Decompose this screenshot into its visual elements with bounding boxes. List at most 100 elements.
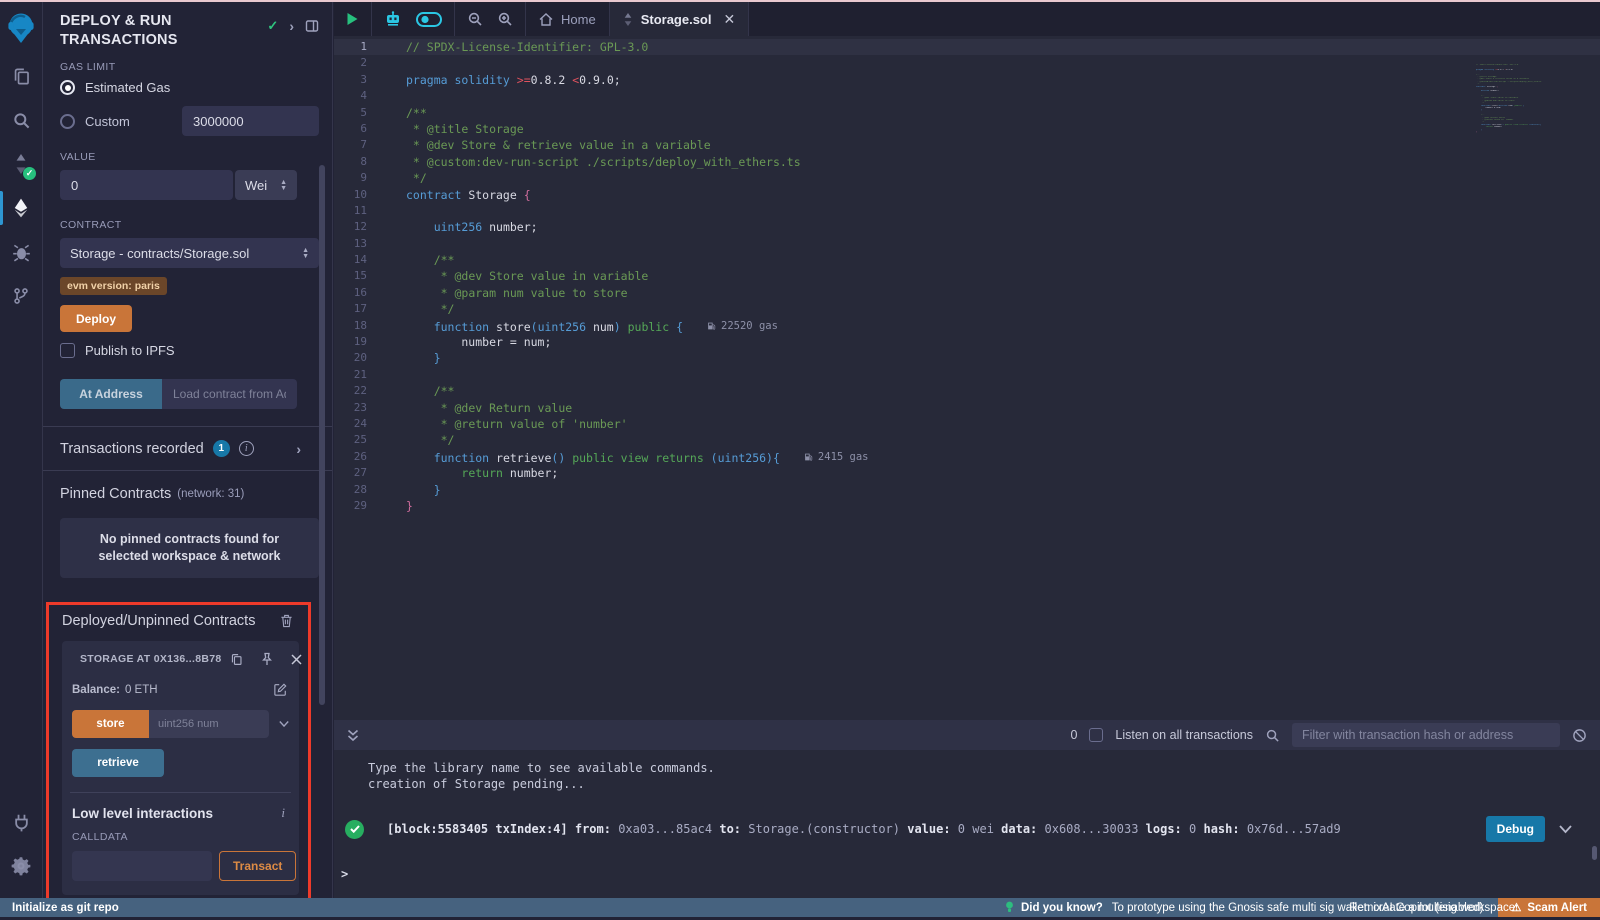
value-unit-select[interactable]: Wei ▲▼ xyxy=(235,170,297,200)
code-line[interactable]: 15 * @dev Store value in variable xyxy=(334,268,1600,284)
code-line[interactable]: 2 xyxy=(334,55,1600,71)
panel-scrollbar[interactable] xyxy=(319,165,325,705)
code-line[interactable]: 27 return number; xyxy=(334,465,1600,481)
calldata-input[interactable] xyxy=(72,851,212,881)
deploy-button[interactable]: Deploy xyxy=(60,305,132,332)
low-level-info-icon[interactable]: i xyxy=(281,805,285,821)
store-function-button[interactable]: store xyxy=(72,710,149,738)
zoom-out-icon[interactable] xyxy=(467,11,483,27)
store-arg-input[interactable] xyxy=(149,710,269,738)
retrieve-function-button[interactable]: retrieve xyxy=(72,749,164,777)
code-line[interactable]: 5/** xyxy=(334,105,1600,121)
publish-ipfs-checkbox[interactable] xyxy=(60,343,75,358)
deploy-run-icon[interactable] xyxy=(0,186,42,230)
home-icon xyxy=(539,13,553,26)
remix-ai-icon[interactable] xyxy=(384,11,402,27)
code-line[interactable]: 19 number = num; xyxy=(334,334,1600,350)
at-address-button[interactable]: At Address xyxy=(60,379,162,409)
estimated-gas-option[interactable]: Estimated Gas xyxy=(60,80,319,95)
copy-address-icon[interactable] xyxy=(230,653,243,666)
panel-expand-icon[interactable]: › xyxy=(289,19,294,33)
transaction-log-row[interactable]: [block:5583405 txIndex:4] from: 0xa03...… xyxy=(334,816,1600,842)
terminal-content[interactable]: Type the library name to see available c… xyxy=(334,750,1600,881)
remix-ide-window: ✓ xyxy=(0,0,1600,920)
low-level-title: Low level interactions xyxy=(72,806,213,821)
line-number: 19 xyxy=(334,334,380,350)
custom-gas-input[interactable] xyxy=(182,106,319,136)
code-line[interactable]: 12 uint256 number; xyxy=(334,219,1600,235)
code-line[interactable]: 11 xyxy=(334,203,1600,219)
code-line[interactable]: 17 */ xyxy=(334,301,1600,317)
custom-gas-radio[interactable] xyxy=(60,114,75,129)
code-line[interactable]: 29} xyxy=(334,498,1600,514)
pin-panel-icon[interactable] xyxy=(305,19,319,33)
code-line[interactable]: 14 /** xyxy=(334,252,1600,268)
line-number: 22 xyxy=(334,383,380,399)
zoom-in-icon[interactable] xyxy=(497,11,513,27)
code-line[interactable]: 22 /** xyxy=(334,383,1600,399)
value-input[interactable] xyxy=(60,170,233,200)
settings-icon[interactable] xyxy=(0,844,42,888)
code-line[interactable]: 4 xyxy=(334,88,1600,104)
code-line[interactable]: 1// SPDX-License-Identifier: GPL-3.0 xyxy=(334,39,1600,55)
close-tab-icon[interactable]: ✕ xyxy=(723,11,735,28)
search-icon[interactable] xyxy=(0,98,42,142)
solidity-file-icon xyxy=(623,13,633,26)
line-number: 16 xyxy=(334,285,380,301)
code-line[interactable]: 3pragma solidity >=0.8.2 <0.9.0; xyxy=(334,72,1600,88)
terminal-search-icon[interactable] xyxy=(1265,728,1280,743)
terminal-prompt[interactable]: > xyxy=(334,867,1600,881)
remove-instance-icon[interactable] xyxy=(291,654,302,665)
code-line[interactable]: 9 */ xyxy=(334,170,1600,186)
code-line[interactable]: 28 } xyxy=(334,482,1600,498)
tx-filter-input[interactable] xyxy=(1292,723,1560,747)
code-line[interactable]: 16 * @param num value to store xyxy=(334,285,1600,301)
info-icon[interactable]: i xyxy=(239,441,254,456)
pin-contract-icon[interactable] xyxy=(261,652,273,666)
listen-all-checkbox[interactable] xyxy=(1089,728,1103,742)
debug-button[interactable]: Debug xyxy=(1486,816,1545,842)
expand-terminal-icon[interactable] xyxy=(347,729,359,742)
transact-button[interactable]: Transact xyxy=(219,851,296,881)
git-init-status[interactable]: Initialize as git repo xyxy=(0,902,119,914)
tab-storage-sol[interactable]: Storage.sol ✕ xyxy=(609,2,750,36)
code-line[interactable]: 26 function retrieve() public view retur… xyxy=(334,449,1600,465)
tab-home[interactable]: Home xyxy=(526,2,609,36)
did-you-know-tip: Did you know? To prototype using the Gno… xyxy=(1005,901,1518,914)
solidity-compiler-icon[interactable]: ✓ xyxy=(0,142,42,186)
expand-transactions-icon[interactable]: › xyxy=(296,442,301,456)
code-editor[interactable]: 1// SPDX-License-Identifier: GPL-3.023pr… xyxy=(334,36,1600,719)
git-icon[interactable] xyxy=(0,274,42,318)
clear-terminal-icon[interactable] xyxy=(1572,728,1587,743)
code-line[interactable]: 6 * @title Storage xyxy=(334,121,1600,137)
code-line[interactable]: 13 xyxy=(334,236,1600,252)
code-line[interactable]: 24 * @return value of 'number' xyxy=(334,416,1600,432)
code-line[interactable]: 10contract Storage { xyxy=(334,187,1600,203)
estimated-gas-radio[interactable] xyxy=(60,80,75,95)
run-script-icon[interactable] xyxy=(346,12,359,26)
code-line[interactable]: 7 * @dev Store & retrieve value in a var… xyxy=(334,137,1600,153)
code-line[interactable]: 23 * @dev Return value xyxy=(334,400,1600,416)
expand-args-icon[interactable] xyxy=(279,720,289,728)
edit-balance-icon[interactable] xyxy=(274,683,287,696)
code-line[interactable]: 8 * @custom:dev-run-script ./scripts/dep… xyxy=(334,154,1600,170)
plugin-manager-icon[interactable] xyxy=(0,800,42,844)
line-number: 25 xyxy=(334,432,380,448)
code-line[interactable]: 25 */ xyxy=(334,432,1600,448)
trash-icon[interactable] xyxy=(280,614,293,628)
remix-logo[interactable] xyxy=(0,2,42,54)
activity-bar: ✓ xyxy=(0,2,43,898)
code-line[interactable]: 18 function store(uint256 num) public {2… xyxy=(334,318,1600,334)
publish-ipfs-option[interactable]: Publish to IPFS xyxy=(60,343,319,358)
code-line[interactable]: 21 xyxy=(334,367,1600,383)
editor-minimap[interactable]: // SPDX-License-Identifier: GPL-3.0pragm… xyxy=(1476,64,1542,133)
code-line[interactable]: 20 } xyxy=(334,350,1600,366)
transactions-recorded-row[interactable]: Transactions recorded 1 i › xyxy=(60,427,319,470)
expand-tx-icon[interactable] xyxy=(1559,825,1572,834)
ai-toggle-icon[interactable] xyxy=(416,12,442,27)
contract-select[interactable]: Storage - contracts/Storage.sol ▲▼ xyxy=(60,238,319,268)
debugger-icon[interactable] xyxy=(0,230,42,274)
file-explorer-icon[interactable] xyxy=(0,54,42,98)
at-address-input[interactable] xyxy=(162,379,297,409)
terminal-scrollbar[interactable] xyxy=(1592,846,1597,860)
